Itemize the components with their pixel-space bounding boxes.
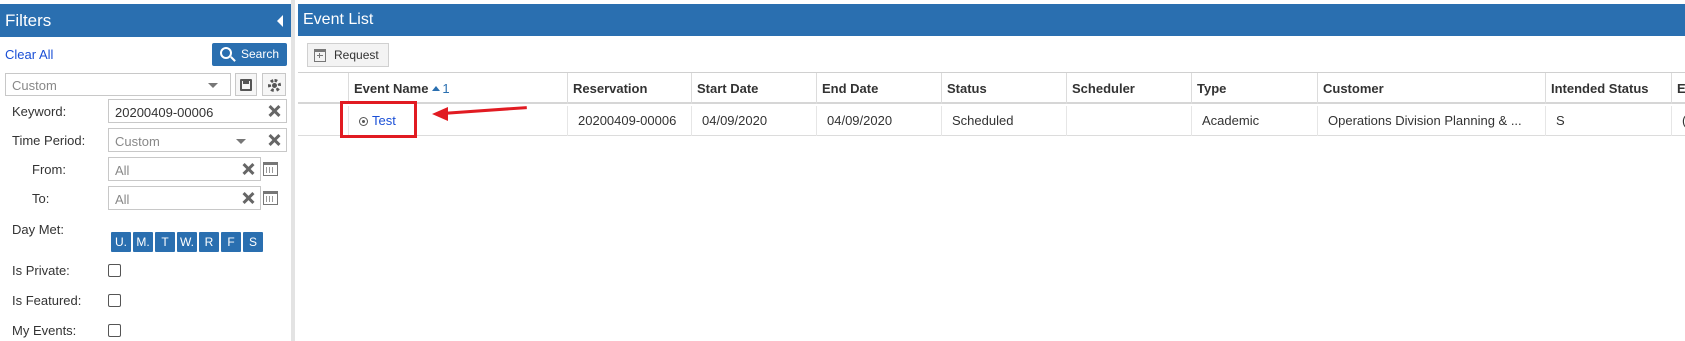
- chevron-down-icon: [208, 83, 218, 88]
- time-period-select[interactable]: Custom: [108, 128, 287, 152]
- row-select-cell: [298, 106, 348, 136]
- calendar-icon[interactable]: [263, 162, 278, 176]
- reservation-cell: 20200409-00006: [567, 106, 691, 136]
- event-list-panel: Event List Request Event Name 1 Reservati…: [298, 0, 1685, 341]
- scheduler-cell: [1066, 106, 1191, 136]
- sort-order-number: 1: [442, 81, 450, 96]
- event-name-link[interactable]: Test: [372, 113, 396, 128]
- sort-ascending-icon: 1: [432, 81, 450, 96]
- to-date-value: All: [115, 192, 130, 207]
- truncated-cell: (: [1671, 106, 1685, 136]
- search-icon: [220, 47, 232, 59]
- calendar-icon[interactable]: [263, 191, 278, 205]
- from-date-input[interactable]: All: [108, 157, 261, 181]
- request-button-label: Request: [334, 48, 379, 62]
- annotation-arrow-icon: [432, 107, 448, 121]
- status-cell: Scheduled: [941, 106, 1066, 136]
- save-icon: [240, 79, 252, 91]
- is-private-checkbox[interactable]: [108, 264, 121, 277]
- end-date-cell: 04/09/2020: [816, 106, 941, 136]
- day-button-saturday[interactable]: S: [243, 232, 263, 252]
- is-featured-checkbox[interactable]: [108, 294, 121, 307]
- day-button-thursday[interactable]: R: [199, 232, 219, 252]
- column-header-event-name[interactable]: Event Name 1: [348, 73, 567, 104]
- request-button[interactable]: Request: [307, 43, 389, 67]
- to-date-input[interactable]: All: [108, 186, 261, 210]
- filters-panel: Filters Clear All Search Custom Keyword:…: [0, 0, 295, 341]
- filters-title: Filters: [5, 11, 52, 30]
- is-featured-label: Is Featured:: [12, 293, 82, 308]
- customer-cell: Operations Division Planning & ...: [1317, 106, 1545, 136]
- column-header-label: Event Name: [354, 81, 429, 96]
- time-period-label: Time Period:: [12, 133, 86, 148]
- column-header-reservation[interactable]: Reservation: [567, 73, 691, 104]
- day-met-label: Day Met:: [12, 222, 65, 237]
- filter-settings-button[interactable]: [262, 73, 286, 96]
- column-header-status[interactable]: Status: [941, 73, 1066, 104]
- column-header-end-date[interactable]: End Date: [816, 73, 941, 104]
- my-events-label: My Events:: [12, 323, 77, 338]
- clear-to-icon[interactable]: [242, 192, 254, 204]
- my-events-checkbox[interactable]: [108, 324, 121, 337]
- column-header-select: [298, 73, 348, 104]
- from-label: From:: [32, 162, 66, 177]
- day-button-tuesday[interactable]: T: [155, 232, 175, 252]
- filters-header: Filters: [0, 4, 291, 37]
- grid-header-row: Event Name 1 Reservation Start Date End D…: [298, 73, 1685, 104]
- keyword-input[interactable]: 20200409-00006: [108, 99, 287, 123]
- column-header-type[interactable]: Type: [1191, 73, 1317, 104]
- time-period-value: Custom: [115, 134, 160, 149]
- start-date-cell: 04/09/2020: [691, 106, 816, 136]
- gear-icon: [268, 79, 281, 92]
- type-cell: Academic: [1191, 106, 1317, 136]
- day-button-monday[interactable]: M.: [133, 232, 153, 252]
- day-button-wednesday[interactable]: W.: [177, 232, 197, 252]
- filter-preset-value: Custom: [12, 78, 57, 93]
- day-button-friday[interactable]: F: [221, 232, 241, 252]
- column-header-truncated[interactable]: E: [1671, 73, 1685, 104]
- search-button-label: Search: [241, 47, 280, 61]
- event-list-header: Event List: [298, 4, 1685, 36]
- save-filter-button[interactable]: [235, 73, 257, 96]
- column-header-intended-status[interactable]: Intended Status: [1545, 73, 1671, 104]
- clear-from-icon[interactable]: [242, 163, 254, 175]
- event-list-toolbar: Request: [298, 37, 1685, 73]
- chevron-down-icon: [236, 139, 246, 144]
- to-label: To:: [32, 191, 50, 206]
- filter-preset-select[interactable]: Custom: [5, 73, 231, 96]
- search-button[interactable]: Search: [212, 43, 287, 66]
- event-detail-icon[interactable]: [359, 117, 368, 126]
- column-header-scheduler[interactable]: Scheduler: [1066, 73, 1191, 104]
- column-header-customer[interactable]: Customer: [1317, 73, 1545, 104]
- from-date-value: All: [115, 163, 130, 178]
- day-button-sunday[interactable]: U.: [111, 232, 131, 252]
- clear-keyword-icon[interactable]: [268, 105, 280, 117]
- clear-all-link[interactable]: Clear All: [5, 47, 53, 62]
- clear-time-period-icon[interactable]: [268, 134, 280, 146]
- event-list-title: Event List: [303, 11, 374, 28]
- intended-status-cell: S: [1545, 106, 1671, 136]
- calendar-add-icon: [314, 49, 326, 62]
- keyword-value: 20200409-00006: [115, 105, 214, 120]
- collapse-left-icon[interactable]: [277, 15, 283, 27]
- column-header-start-date[interactable]: Start Date: [691, 73, 816, 104]
- keyword-label: Keyword:: [12, 104, 67, 119]
- is-private-label: Is Private:: [12, 263, 70, 278]
